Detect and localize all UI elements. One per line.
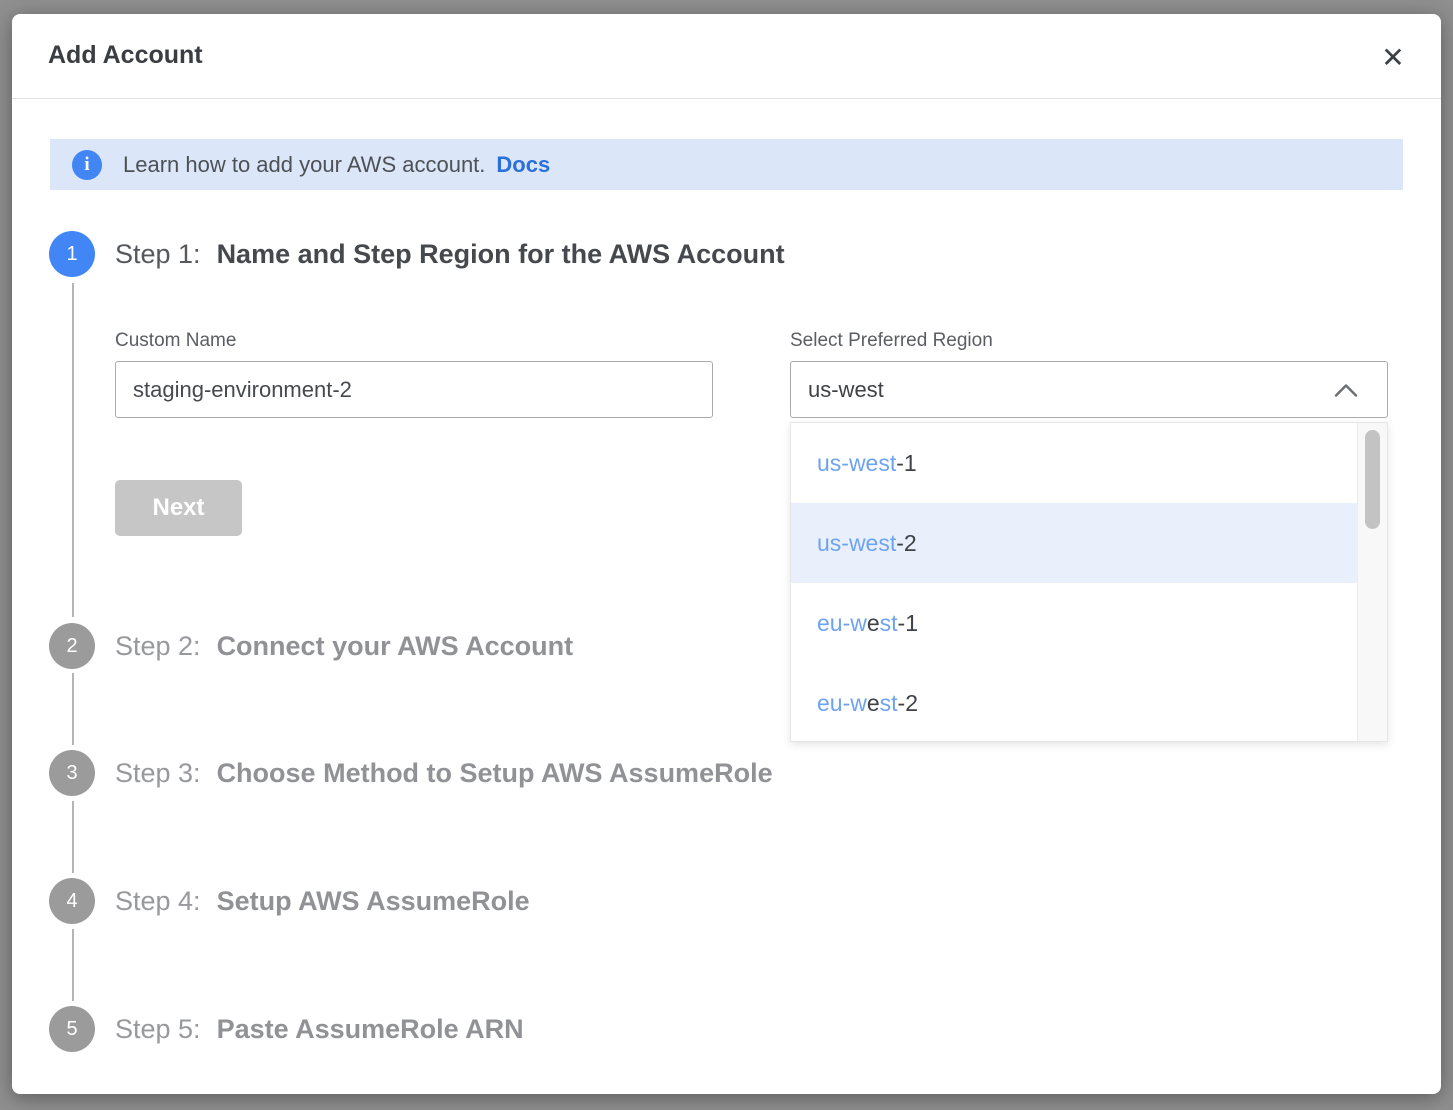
step-4-indicator: 4 — [49, 878, 95, 924]
option-plain-text: -1 — [896, 450, 916, 477]
step-5-prefix: Step 5: — [115, 1014, 201, 1045]
info-banner: i Learn how to add your AWS account. Doc… — [50, 139, 1403, 190]
info-icon: i — [72, 150, 102, 180]
step-1-title: Name and Step Region for the AWS Account — [217, 239, 785, 270]
custom-name-input[interactable] — [115, 361, 713, 418]
step-2-indicator: 2 — [49, 623, 95, 669]
chevron-up-icon[interactable] — [1334, 384, 1358, 402]
region-dropdown: us-west -1 us-west -2 eu-w e st -1 eu-w … — [790, 422, 1388, 742]
custom-name-label: Custom Name — [115, 330, 236, 352]
step-1-prefix: Step 1: — [115, 239, 201, 270]
step-5-indicator: 5 — [49, 1006, 95, 1052]
option-match-text: us-west — [817, 530, 896, 557]
step-4-title: Setup AWS AssumeRole — [217, 886, 530, 917]
next-button[interactable]: Next — [115, 480, 242, 536]
step-4-heading: Step 4: Setup AWS AssumeRole — [115, 878, 530, 924]
modal-header: Add Account ✕ — [12, 14, 1441, 99]
step-2-title: Connect your AWS Account — [217, 631, 574, 662]
region-option-eu-west-2[interactable]: eu-w e st -2 — [791, 663, 1358, 743]
region-option-us-west-2[interactable]: us-west -2 — [791, 503, 1358, 583]
step-4-prefix: Step 4: — [115, 886, 201, 917]
step-2-heading: Step 2: Connect your AWS Account — [115, 623, 573, 669]
close-button[interactable]: ✕ — [1373, 38, 1413, 78]
option-plain-text: -2 — [896, 530, 916, 557]
region-option-eu-west-1[interactable]: eu-w e st -1 — [791, 583, 1358, 663]
docs-link[interactable]: Docs — [496, 152, 550, 178]
option-plain-text: e — [867, 690, 880, 717]
option-match-text: eu-w — [817, 690, 867, 717]
step-3-prefix: Step 3: — [115, 758, 201, 789]
banner-text: Learn how to add your AWS account. — [123, 152, 485, 178]
region-select[interactable] — [790, 361, 1388, 418]
modal-title: Add Account — [48, 41, 203, 70]
option-plain-text: -2 — [898, 690, 918, 717]
step-5-heading: Step 5: Paste AssumeRole ARN — [115, 1006, 524, 1052]
step-connector — [72, 283, 74, 617]
step-connector — [72, 673, 74, 745]
step-connector — [72, 801, 74, 873]
add-account-modal: Add Account ✕ i Learn how to add your AW… — [12, 14, 1441, 1094]
option-match-text: st — [880, 690, 898, 717]
region-label: Select Preferred Region — [790, 330, 993, 352]
option-match-text: us-west — [817, 450, 896, 477]
step-3-title: Choose Method to Setup AWS AssumeRole — [217, 758, 773, 789]
option-plain-text: -1 — [898, 610, 918, 637]
step-2-prefix: Step 2: — [115, 631, 201, 662]
dropdown-scrollbar-thumb[interactable] — [1365, 430, 1380, 529]
region-filter-input[interactable] — [791, 362, 1311, 417]
option-plain-text: e — [867, 610, 880, 637]
step-3-heading: Step 3: Choose Method to Setup AWS Assum… — [115, 750, 773, 796]
step-1-heading: Step 1: Name and Step Region for the AWS… — [115, 231, 785, 277]
region-option-us-west-1[interactable]: us-west -1 — [791, 423, 1358, 503]
step-5-title: Paste AssumeRole ARN — [217, 1014, 524, 1045]
option-match-text: eu-w — [817, 610, 867, 637]
step-3-indicator: 3 — [49, 750, 95, 796]
step-connector — [72, 929, 74, 1001]
close-icon: ✕ — [1381, 42, 1404, 73]
dropdown-scrollbar[interactable] — [1357, 423, 1387, 741]
option-match-text: st — [880, 610, 898, 637]
step-1-indicator: 1 — [49, 231, 95, 277]
